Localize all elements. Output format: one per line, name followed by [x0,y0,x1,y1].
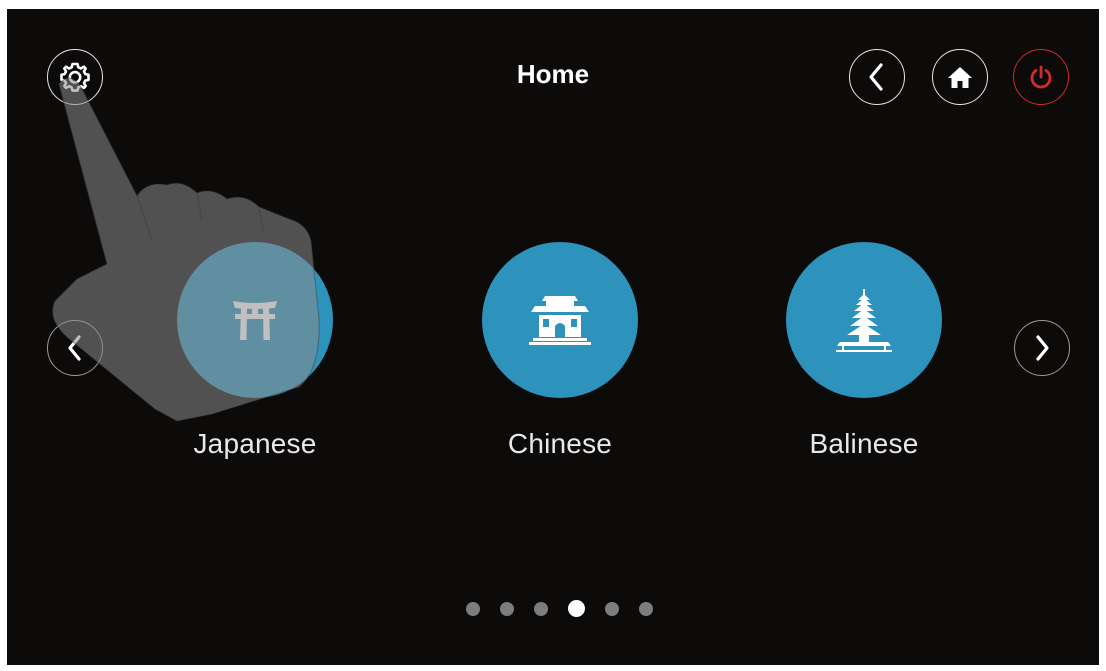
tile-japanese-label: Japanese [193,428,317,459]
power-icon [1030,65,1052,89]
chevron-left-icon [68,335,81,361]
app-screen: Home Japanese Chinese Balinese [7,9,1099,665]
tile-japanese-circle [177,242,333,398]
chevron-right-icon [1036,335,1049,361]
tile-balinese-label: Balinese [809,428,919,459]
home-button[interactable] [932,49,988,105]
chevron-left-icon [869,63,883,91]
back-button[interactable] [849,49,905,105]
power-button[interactable] [1013,49,1069,105]
home-icon [948,67,972,88]
page-dot[interactable] [605,601,619,616]
page-dot[interactable] [500,601,514,616]
tile-chinese-circle [482,242,638,398]
page-dot[interactable] [639,601,653,616]
torii-gate-icon [233,301,277,340]
chinese-temple-icon [529,296,591,345]
tile-chinese[interactable]: Chinese [450,242,670,460]
page-dot[interactable] [466,601,480,616]
carousel-prev-button[interactable] [47,320,103,376]
pagination-dots [466,600,653,617]
carousel-next-button[interactable] [1014,320,1070,376]
page-dot-active[interactable] [568,600,585,617]
tile-balinese-circle [786,242,942,398]
tile-japanese[interactable]: Japanese [145,242,365,460]
tile-chinese-label: Chinese [507,428,613,459]
page-dot[interactable] [534,601,548,616]
tile-balinese[interactable]: Balinese [754,242,974,460]
balinese-pagoda-icon [836,289,892,352]
